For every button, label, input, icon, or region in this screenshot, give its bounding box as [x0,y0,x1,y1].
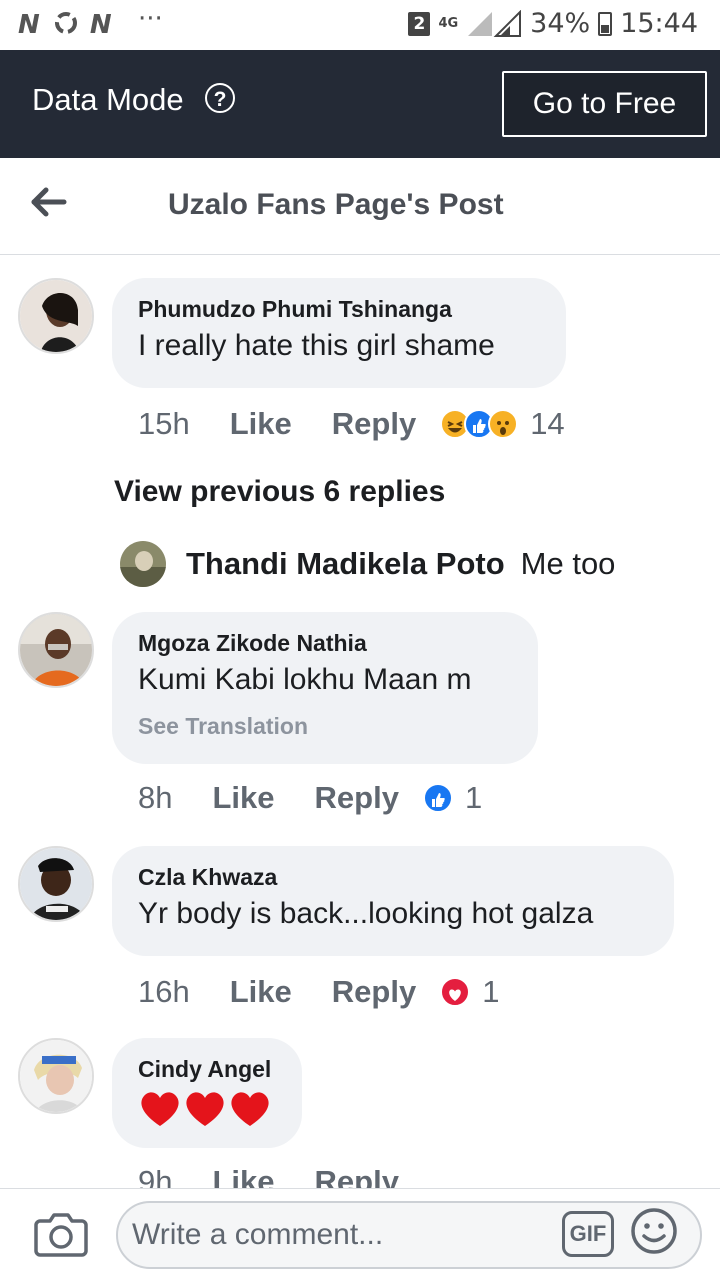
comment-actions: 16h Like Reply 1 [138,972,499,1012]
carrier-icons: N N [18,10,114,40]
comment-actions: 15h Like Reply 14 [138,404,565,444]
wow-reaction-icon [488,409,519,439]
avatar[interactable] [18,612,94,688]
reply-button[interactable]: Reply [315,780,399,816]
comment-text: I really hate this girl shame [138,329,495,362]
avatar-photo [20,614,92,686]
comment-hearts [138,1087,276,1137]
like-button[interactable]: Like [230,406,292,442]
reaction-icons[interactable] [440,409,519,439]
heart-emoji-row [141,1092,269,1126]
comment-actions: 8h Like Reply 1 [138,778,482,818]
carrier-n-icon: N [89,10,114,40]
comment-bubble: Cindy Angel [112,1038,302,1148]
carrier-n-icon: N [18,10,42,40]
comment-author[interactable]: Czla Khwaza [138,864,648,891]
like-button[interactable]: Like [230,974,292,1010]
clock: 15:44 [620,8,698,39]
camera-icon[interactable] [34,1209,88,1257]
reaction-count: 14 [530,406,565,441]
sync-icon [54,12,77,34]
network-type: 4G [438,15,459,31]
comment-time: 16h [138,974,190,1009]
comment-bubble: Czla Khwaza Yr body is back...looking ho… [112,846,674,956]
data-mode-label: Data Mode [32,82,184,117]
reaction-icons[interactable] [422,783,453,813]
like-reaction-icon [422,783,453,813]
help-icon[interactable]: ? [205,83,235,113]
comment-input[interactable]: Write a comment... [116,1201,702,1269]
battery-icon [598,11,613,36]
comment-bubble: Phumudzo Phumi Tshinanga I really hate t… [112,278,566,388]
like-button[interactable]: Like [212,780,274,816]
reaction-count: 1 [464,780,483,815]
avatar[interactable] [120,541,166,587]
avatar[interactable] [18,846,94,922]
avatar-photo [120,541,166,587]
avatar-photo [20,848,92,920]
sim-icon: 2 [408,11,431,36]
avatar[interactable] [18,1038,94,1114]
reply-button[interactable]: Reply [332,406,416,442]
more-notifications-icon: ··· [138,4,163,34]
avatar-photo [20,280,92,352]
comment-time: 8h [138,780,173,815]
reply-author[interactable]: Thandi Madikela Poto [186,546,505,582]
view-previous-replies-link[interactable]: View previous 6 replies [114,475,445,509]
back-arrow-icon[interactable] [28,182,68,222]
status-bar: N N ··· 2 4G 34% 15:44 [0,0,720,50]
comment-author[interactable]: Mgoza Zikode Nathia [138,630,512,657]
go-to-free-button[interactable]: Go to Free [502,71,707,137]
data-mode-bar: Data Mode ? Go to Free [0,50,720,158]
comment-bubble: Mgoza Zikode Nathia Kumi Kabi lokhu Maan… [112,612,538,764]
page-header: Uzalo Fans Page's Post [0,158,720,255]
see-translation-link[interactable]: See Translation [138,713,512,740]
reaction-icons[interactable] [440,977,471,1007]
comment-composer: Write a comment... GIF [0,1188,720,1281]
signal-icon [468,9,522,37]
reply-preview[interactable]: Thandi Madikela Poto Me too [120,540,615,588]
comment-text: Kumi Kabi lokhu Maan m [138,663,472,696]
comment-author[interactable]: Phumudzo Phumi Tshinanga [138,296,540,323]
gif-icon[interactable]: GIF [562,1211,614,1257]
comment-author[interactable]: Cindy Angel [138,1056,276,1083]
avatar[interactable] [18,278,94,354]
page-title: Uzalo Fans Page's Post [168,188,504,221]
avatar-photo [20,1040,92,1112]
emoji-icon[interactable] [630,1207,678,1255]
comment-text: Yr body is back...looking hot galza [138,897,594,930]
reaction-count: 1 [482,974,500,1009]
love-reaction-icon [440,977,471,1007]
status-right: 2 4G 34% 15:44 [408,8,698,39]
battery-percent: 34% [530,8,591,39]
comment-time: 15h [138,406,190,441]
reply-text: Me too [520,546,616,581]
reply-button[interactable]: Reply [332,974,416,1010]
